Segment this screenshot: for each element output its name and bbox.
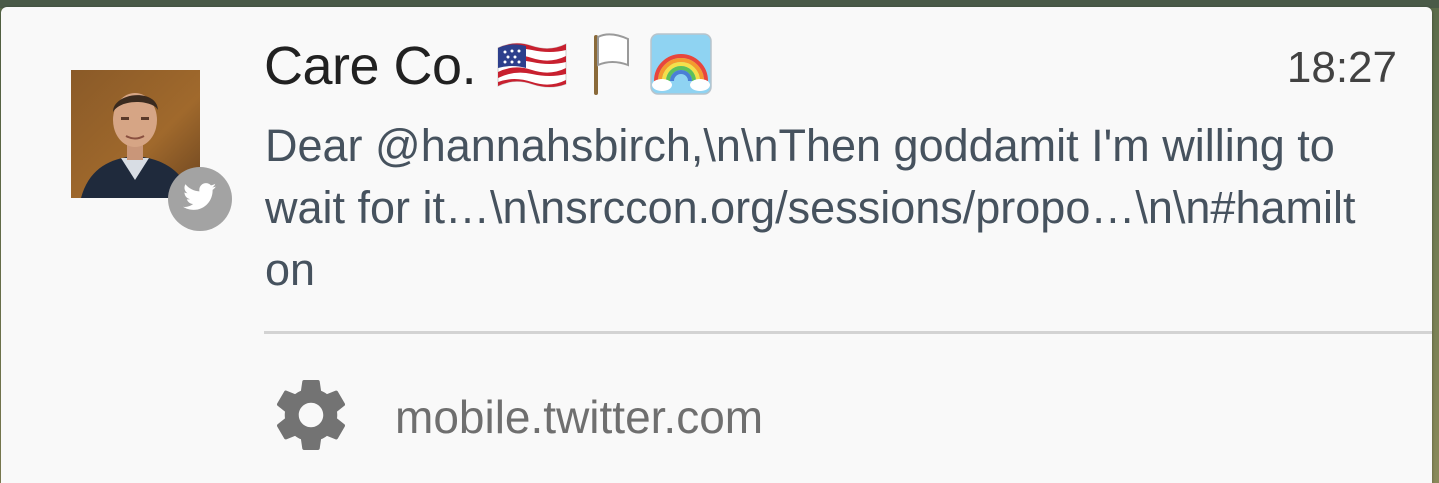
white-flag-icon: [588, 31, 632, 101]
notification-time: 18:27: [1286, 43, 1397, 92]
divider: [264, 331, 1432, 334]
gear-icon[interactable]: [269, 373, 353, 461]
notification-settings-row[interactable]: mobile.twitter.com: [269, 372, 763, 462]
twitter-bird-icon: [183, 183, 217, 215]
sender-name: Care Co.: [264, 36, 477, 96]
us-flag-icon: [494, 34, 570, 98]
notification-card[interactable]: Care Co. 18:27 Dear @hannahsbirch,\n\nTh…: [1, 7, 1432, 483]
sender-emojis: [494, 31, 730, 101]
notification-message: Dear @hannahsbirch,\n\nThen goddamit I'm…: [265, 120, 1356, 295]
source-app-label: mobile.twitter.com: [395, 391, 764, 443]
rainbow-icon: [650, 33, 712, 99]
twitter-badge: [168, 167, 232, 231]
notification-title-row: Care Co.: [264, 31, 730, 101]
